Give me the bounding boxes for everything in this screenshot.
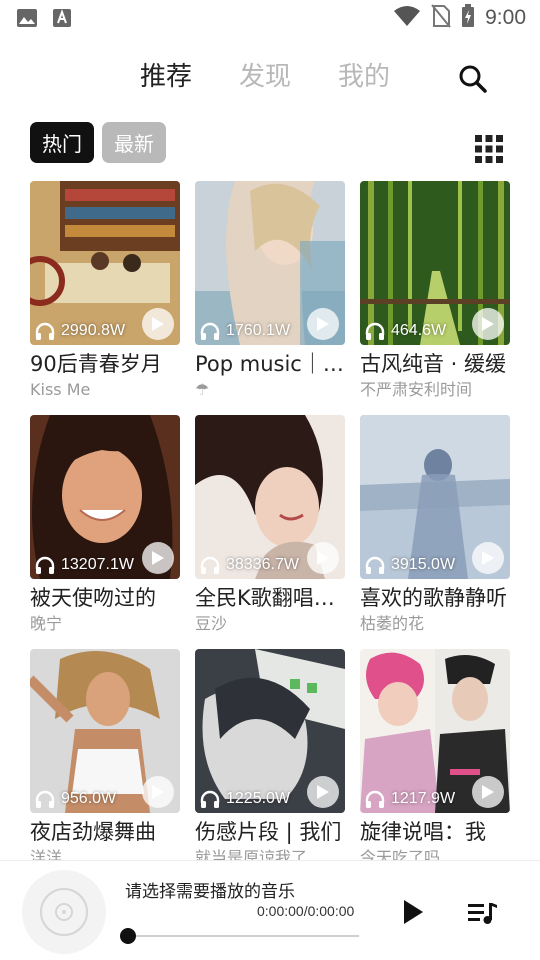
play-count: 1225.0W bbox=[200, 790, 290, 808]
play-count-value: 956.0W bbox=[61, 790, 117, 807]
playlist-title: 夜店劲爆舞曲 bbox=[30, 820, 156, 844]
play-count-value: 13207.1W bbox=[61, 556, 134, 573]
play-icon[interactable] bbox=[307, 542, 339, 574]
playlist-title: 旋律说唱：我 bbox=[360, 820, 486, 844]
playlist-title: Pop music｜欧美 bbox=[195, 352, 345, 376]
playlist-cover: 2990.8W bbox=[30, 181, 180, 345]
playlist-card[interactable]: 464.6W 古风纯音 · 缓缓 不严肃安利时间 bbox=[360, 181, 510, 401]
playlist-cover: 956.0W bbox=[30, 649, 180, 813]
playlist-icon[interactable] bbox=[468, 901, 498, 929]
playlist-card[interactable]: 2990.8W 90后青春岁月 Kiss Me bbox=[30, 181, 180, 401]
status-bar: 9:00 bbox=[0, 0, 540, 36]
play-count-value: 1225.0W bbox=[226, 790, 291, 807]
play-count: 1760.1W bbox=[200, 322, 290, 340]
headphones-icon bbox=[365, 790, 385, 808]
play-count: 3915.0W bbox=[365, 556, 455, 574]
playlist-author: ☂ bbox=[195, 380, 210, 399]
play-icon[interactable] bbox=[142, 542, 174, 574]
play-count-value: 1217.9W bbox=[391, 790, 456, 807]
playlist-cover: 1760.1W bbox=[195, 181, 345, 345]
play-icon[interactable] bbox=[472, 542, 504, 574]
playlist-cover: 464.6W bbox=[360, 181, 510, 345]
play-icon[interactable] bbox=[142, 308, 174, 340]
play-count-value: 464.6W bbox=[391, 322, 447, 339]
play-icon[interactable] bbox=[472, 308, 504, 340]
play-icon[interactable] bbox=[402, 899, 424, 929]
headphones-icon bbox=[200, 790, 220, 808]
playlist-title: 90后青春岁月 bbox=[30, 352, 162, 376]
playlist-title: 被天使吻过的 bbox=[30, 586, 156, 610]
play-count-value: 2990.8W bbox=[61, 322, 126, 339]
playlist-card[interactable]: 3915.0W 喜欢的歌静静听 枯萎的花 bbox=[360, 415, 510, 635]
headphones-icon bbox=[365, 322, 385, 340]
image-icon bbox=[16, 8, 38, 32]
grid-icon[interactable] bbox=[475, 135, 503, 167]
headphones-icon bbox=[35, 790, 55, 808]
wifi-icon bbox=[393, 5, 421, 31]
play-count: 1217.9W bbox=[365, 790, 455, 808]
chip-latest[interactable]: 最新 bbox=[102, 122, 166, 163]
now-playing-title: 请选择需要播放的音乐 bbox=[125, 882, 295, 902]
playlist-title: 喜欢的歌静静听 bbox=[360, 586, 507, 610]
play-count: 464.6W bbox=[365, 322, 446, 340]
playlist-title: 伤感片段 | 我们 bbox=[195, 820, 342, 844]
playlist-author: Kiss Me bbox=[30, 380, 91, 399]
playlist-title: 古风纯音 · 缓缓 bbox=[360, 352, 507, 376]
headphones-icon bbox=[35, 322, 55, 340]
playlist-card[interactable]: 1760.1W Pop music｜欧美 ☂ bbox=[195, 181, 345, 401]
playlist-cover: 38336.7W bbox=[195, 415, 345, 579]
playlist-card[interactable]: 1225.0W 伤感片段 | 我们 就当是原谅我了 bbox=[195, 649, 345, 869]
headphones-icon bbox=[200, 322, 220, 340]
no-sim-icon bbox=[431, 4, 451, 32]
headphones-icon bbox=[200, 556, 220, 574]
progress-bar[interactable] bbox=[127, 935, 359, 937]
chip-hot[interactable]: 热门 bbox=[30, 122, 94, 163]
playlist-cover: 1217.9W bbox=[360, 649, 510, 813]
play-count-value: 38336.7W bbox=[226, 556, 299, 573]
playlist-title: 全民K歌翻唱热门 bbox=[195, 586, 345, 610]
status-time: 9:00 bbox=[485, 6, 526, 29]
playlist-cover: 1225.0W bbox=[195, 649, 345, 813]
playlist-card[interactable]: 956.0W 夜店劲爆舞曲 洋洋 bbox=[30, 649, 180, 869]
play-count-value: 1760.1W bbox=[226, 322, 291, 339]
playlist-card[interactable]: 38336.7W 全民K歌翻唱热门 豆沙 bbox=[195, 415, 345, 635]
play-count-value: 3915.0W bbox=[391, 556, 456, 573]
play-icon[interactable] bbox=[307, 776, 339, 808]
progress-knob[interactable] bbox=[120, 928, 136, 944]
tab-recommend[interactable]: 推荐 bbox=[140, 56, 192, 93]
play-count: 956.0W bbox=[35, 790, 116, 808]
tab-discover[interactable]: 发现 bbox=[239, 56, 291, 93]
battery-charging-icon bbox=[461, 4, 475, 32]
playlist-card[interactable]: 13207.1W 被天使吻过的 晚宁 bbox=[30, 415, 180, 635]
play-icon[interactable] bbox=[472, 776, 504, 808]
playlist-author: 枯萎的花 bbox=[360, 614, 425, 633]
play-icon[interactable] bbox=[307, 308, 339, 340]
playlist-cover: 3915.0W bbox=[360, 415, 510, 579]
mini-player: 请选择需要播放的音乐 0:00:00/0:00:00 bbox=[0, 860, 540, 960]
play-count: 2990.8W bbox=[35, 322, 125, 340]
playback-time: 0:00:00/0:00:00 bbox=[257, 903, 355, 919]
headphones-icon bbox=[365, 556, 385, 574]
playlist-author: 晚宁 bbox=[30, 614, 63, 633]
play-icon[interactable] bbox=[142, 776, 174, 808]
play-count: 13207.1W bbox=[35, 556, 134, 574]
disc-icon[interactable] bbox=[22, 870, 106, 954]
play-count: 38336.7W bbox=[200, 556, 299, 574]
playlist-author: 豆沙 bbox=[195, 614, 228, 633]
playlist-author: 不严肃安利时间 bbox=[360, 380, 473, 399]
headphones-icon bbox=[35, 556, 55, 574]
playlist-cover: 13207.1W bbox=[30, 415, 180, 579]
filter-chips: 热门 最新 bbox=[30, 122, 166, 163]
playlist-card[interactable]: 1217.9W 旋律说唱：我 今天吃了吗 bbox=[360, 649, 510, 869]
search-icon[interactable] bbox=[458, 64, 488, 98]
accessibility-icon bbox=[52, 8, 72, 32]
tab-mine[interactable]: 我的 bbox=[338, 56, 390, 93]
